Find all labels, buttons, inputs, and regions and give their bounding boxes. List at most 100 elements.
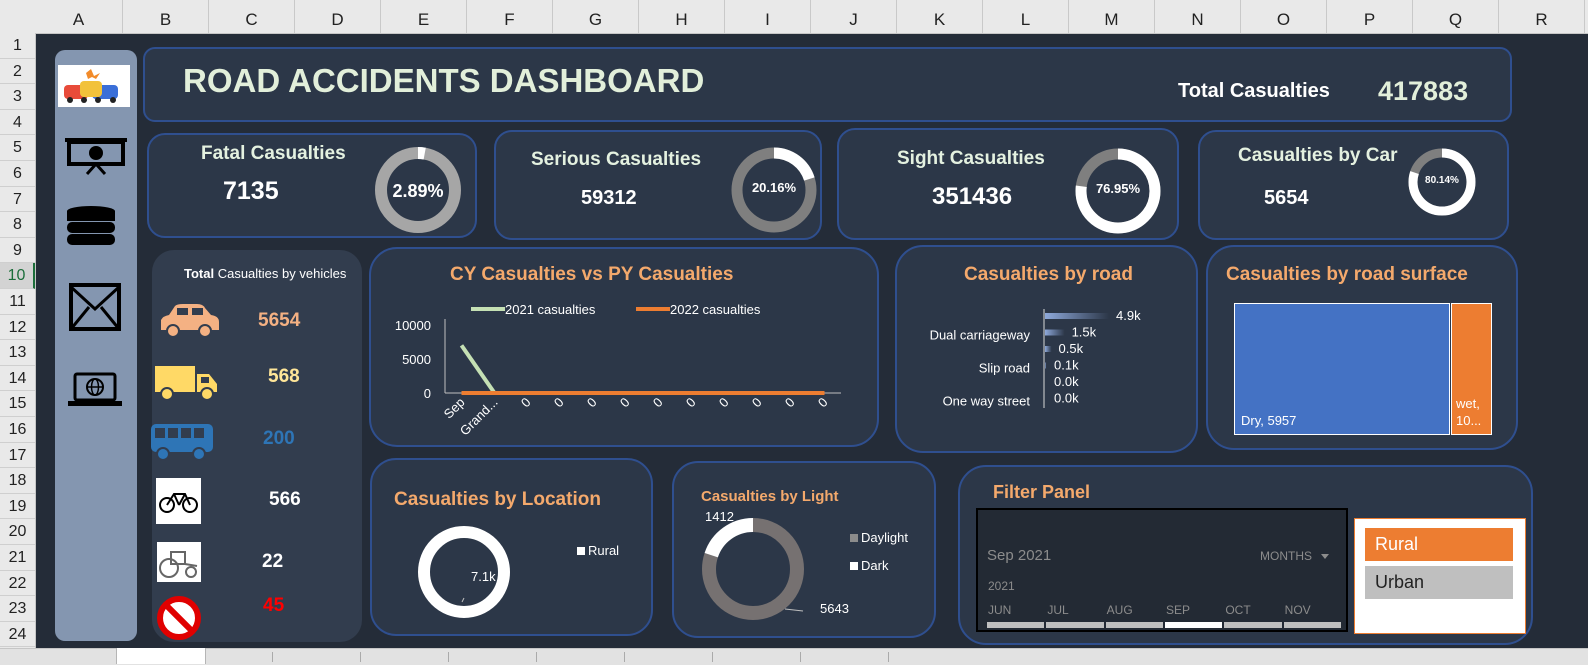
column-header-I[interactable]: I xyxy=(725,0,811,33)
vehicles-title-bold: Total xyxy=(184,266,215,281)
row-header-15[interactable]: 15 xyxy=(0,391,35,417)
column-header-O[interactable]: O xyxy=(1241,0,1327,33)
legend-swatch xyxy=(577,547,585,555)
total-casualties-label: Total Casualties xyxy=(1178,80,1330,102)
kpi-card-sight: Sight Casualties 351436 76.95% xyxy=(837,128,1179,240)
timeline-months: JUN JUL AUG SEP OCT NOV xyxy=(986,603,1342,629)
sheet-tab-divider xyxy=(800,652,801,662)
presentation-chart-icon[interactable] xyxy=(63,136,129,176)
timeline-month-sep[interactable]: SEP xyxy=(1164,603,1223,617)
x-tick-label: 0 xyxy=(518,395,534,411)
timeline-month-jun[interactable]: JUN xyxy=(986,603,1045,617)
column-header-B[interactable]: B xyxy=(123,0,209,33)
column-headers: ABCDEFGHIJKLMNOPQR xyxy=(0,0,1588,34)
x-tick-label: 0 xyxy=(782,395,798,411)
row-header-16[interactable]: 16 xyxy=(0,417,35,443)
sheet-tab-active[interactable] xyxy=(116,648,206,664)
laptop-globe-icon[interactable] xyxy=(67,372,123,408)
database-icon[interactable] xyxy=(65,205,117,247)
kpi-percent: 80.14% xyxy=(1425,175,1459,186)
column-header-K[interactable]: K xyxy=(897,0,983,33)
data-label: 5643 xyxy=(820,601,849,616)
row-header-7[interactable]: 7 xyxy=(0,187,35,213)
row-header-6[interactable]: 6 xyxy=(0,161,35,187)
column-header-A[interactable]: A xyxy=(35,0,123,33)
timeline-month-nov[interactable]: NOV xyxy=(1283,603,1342,617)
sheet-tab-divider xyxy=(624,652,625,662)
column-header-Q[interactable]: Q xyxy=(1413,0,1499,33)
chart-title: Casualties by Light xyxy=(701,488,839,505)
column-header-L[interactable]: L xyxy=(983,0,1069,33)
timeline-month-bar[interactable] xyxy=(987,622,1045,628)
bar-value-label: 0.0k xyxy=(1054,374,1079,389)
row-header-18[interactable]: 18 xyxy=(0,468,35,494)
column-header-P[interactable]: P xyxy=(1327,0,1413,33)
row-header-1[interactable]: 1 xyxy=(0,33,35,59)
bar-value-label: 0.0k xyxy=(1054,391,1079,406)
kpi-value: 59312 xyxy=(581,187,637,209)
row-header-12[interactable]: 12 xyxy=(0,315,35,341)
kpi-label: Fatal Casualties xyxy=(201,143,346,164)
bar-value-label: 0.1k xyxy=(1054,358,1079,373)
row-header-14[interactable]: 14 xyxy=(0,366,35,392)
timeline-month-aug[interactable]: AUG xyxy=(1105,603,1164,617)
row-header-5[interactable]: 5 xyxy=(0,135,35,161)
mail-icon[interactable] xyxy=(69,283,121,331)
cy-py-chart-panel: CY Casualties vs PY Casualties 2021 casu… xyxy=(369,247,879,447)
kpi-value: 5654 xyxy=(1264,187,1309,209)
timeline-month-bar[interactable] xyxy=(1165,622,1223,628)
column-header-H[interactable]: H xyxy=(639,0,725,33)
x-tick-label: 0 xyxy=(749,395,765,411)
column-header-F[interactable]: F xyxy=(467,0,553,33)
row-header-9[interactable]: 9 xyxy=(0,238,35,264)
row-header-13[interactable]: 13 xyxy=(0,340,35,366)
timeline-month-bar[interactable] xyxy=(1046,622,1104,628)
row-header-20[interactable]: 20 xyxy=(0,519,35,545)
column-header-G[interactable]: G xyxy=(553,0,639,33)
column-header-E[interactable]: E xyxy=(381,0,467,33)
legend-swatch-daylight xyxy=(850,534,858,542)
sheet-tab-divider xyxy=(888,652,889,662)
column-header-R[interactable]: R xyxy=(1499,0,1585,33)
column-header-D[interactable]: D xyxy=(295,0,381,33)
sheet-tab-divider xyxy=(272,652,273,662)
bar-value-label: 4.9k xyxy=(1116,308,1141,323)
timeline-slicer[interactable]: Sep 2021 MONTHS 2021 JUN JUL AUG SEP OCT NOV xyxy=(976,508,1348,632)
column-header-M[interactable]: M xyxy=(1069,0,1155,33)
light-chart-panel: Casualties by Light 1412 5643 Daylight D… xyxy=(672,461,936,638)
column-header-N[interactable]: N xyxy=(1155,0,1241,33)
road-bar xyxy=(1045,313,1109,319)
row-header-24[interactable]: 24 xyxy=(0,622,35,648)
road-type-bar-chart: 4.9k 1.5k Dual carriageway 0.5k 0.1k Slip roa… xyxy=(930,308,1142,409)
row-header-22[interactable]: 22 xyxy=(0,571,35,597)
timeline-month-bar[interactable] xyxy=(1283,622,1341,628)
vehicles-title-rest: Casualties by vehicles xyxy=(214,266,347,281)
row-header-3[interactable]: 3 xyxy=(0,84,35,110)
row-header-11[interactable]: 11 xyxy=(0,289,35,315)
timeline-month-bar[interactable] xyxy=(1105,622,1163,628)
timeline-period-dropdown[interactable]: MONTHS xyxy=(1260,549,1330,563)
row-header-2[interactable]: 2 xyxy=(0,59,35,85)
timeline-month-jul[interactable]: JUL xyxy=(1045,603,1104,617)
row-header-21[interactable]: 21 xyxy=(0,545,35,571)
row-header-17[interactable]: 17 xyxy=(0,443,35,469)
timeline-month-oct[interactable]: OCT xyxy=(1223,603,1282,617)
row-header-19[interactable]: 19 xyxy=(0,494,35,520)
filter-panel-title: Filter Panel xyxy=(993,482,1091,502)
column-header-J[interactable]: J xyxy=(811,0,897,33)
column-header-C[interactable]: C xyxy=(209,0,295,33)
x-tick-label: 0 xyxy=(617,395,633,411)
timeline-month-bar[interactable] xyxy=(1224,622,1282,628)
row-header-8[interactable]: 8 xyxy=(0,212,35,238)
truck-icon xyxy=(153,362,219,402)
kpi-percent: 20.16% xyxy=(751,180,797,195)
row-header-10[interactable]: 10 xyxy=(0,263,35,289)
slicer-item-rural[interactable]: Rural xyxy=(1365,528,1513,561)
row-header-4[interactable]: 4 xyxy=(0,110,35,136)
road-type-chart-panel: Casualties by road 4.9k 1.5k Dual carriage… xyxy=(895,245,1198,453)
slicer-item-urban[interactable]: Urban xyxy=(1365,566,1513,599)
legend-swatch-dark xyxy=(850,562,858,570)
y-tick-label: 0 xyxy=(424,386,431,401)
car-crash-icon[interactable] xyxy=(58,65,130,107)
row-header-23[interactable]: 23 xyxy=(0,596,35,622)
